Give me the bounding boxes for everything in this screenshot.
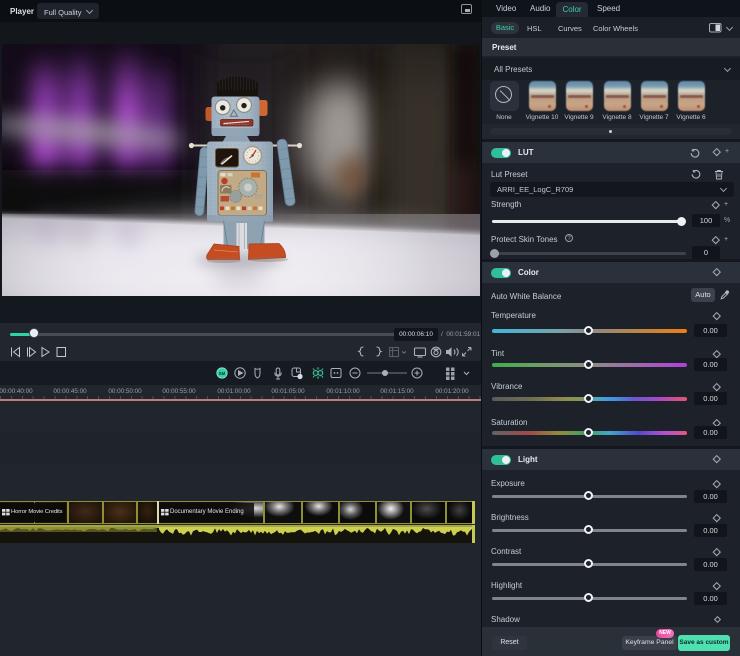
svg-text:SM: SM [219,371,226,376]
